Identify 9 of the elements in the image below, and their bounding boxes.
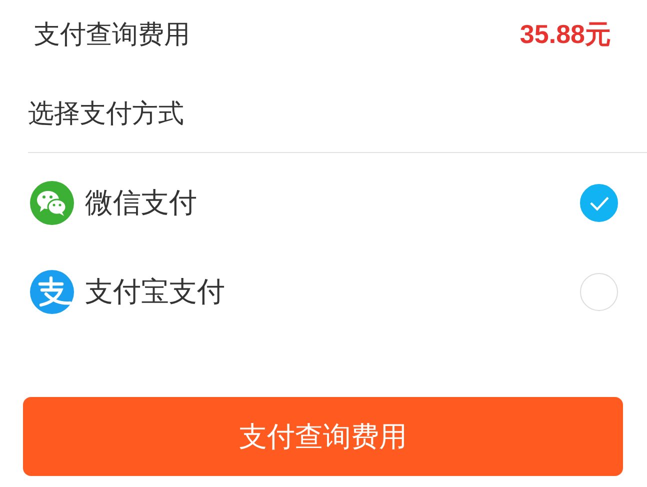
fee-amount: 35.88元 <box>520 18 611 50</box>
payment-method-label: 微信支付 <box>85 185 198 221</box>
chat-bubbles-icon <box>30 181 74 225</box>
fee-label: 支付查询费用 <box>34 18 190 52</box>
section-title: 选择支付方式 <box>27 98 185 131</box>
payment-logo-icon <box>30 270 74 314</box>
pay-button[interactable]: 支付查询费用 <box>23 397 623 476</box>
radio-button[interactable] <box>580 184 618 222</box>
payment-method-label: 支付宝支付 <box>85 274 226 310</box>
